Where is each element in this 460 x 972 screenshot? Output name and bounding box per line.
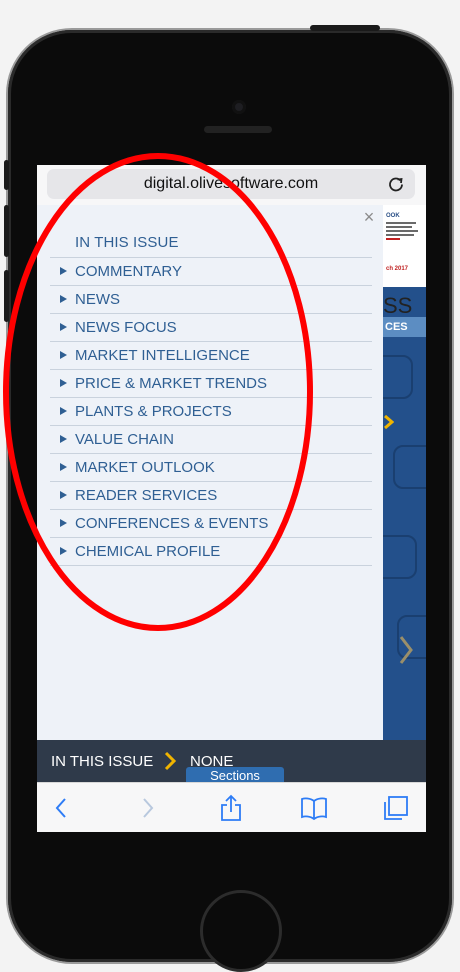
chevron-right-icon bbox=[164, 751, 177, 771]
chevron-right-icon bbox=[384, 415, 394, 429]
chevron-right-icon[interactable] bbox=[132, 793, 162, 823]
power-button bbox=[310, 25, 380, 31]
triangle-right-icon bbox=[60, 519, 67, 527]
address-bar-area: digital.olivesoftware.com bbox=[37, 165, 426, 205]
book-icon[interactable] bbox=[299, 793, 329, 823]
close-icon[interactable]: × bbox=[359, 207, 379, 227]
volume-up-button bbox=[4, 205, 9, 257]
share-icon[interactable] bbox=[216, 793, 246, 823]
section-menu-label: NEWS FOCUS bbox=[75, 319, 177, 336]
section-menu-label: PLANTS & PROJECTS bbox=[75, 403, 232, 420]
section-menu-item[interactable]: READER SERVICES bbox=[50, 481, 372, 509]
triangle-right-icon bbox=[60, 379, 67, 387]
puzzle-piece-image bbox=[393, 445, 426, 489]
section-menu-item[interactable]: PLANTS & PROJECTS bbox=[50, 397, 372, 425]
section-menu-label: MARKET OUTLOOK bbox=[75, 459, 215, 476]
browser-toolbar bbox=[37, 782, 426, 832]
puzzle-piece-image bbox=[383, 535, 417, 579]
tabs-icon[interactable] bbox=[381, 793, 411, 823]
magazine-page-background[interactable]: OOK ch 2017 SS CES bbox=[383, 205, 426, 740]
section-menu-item[interactable]: CHEMICAL PROFILE bbox=[50, 537, 372, 566]
section-menu-item[interactable]: NEWS bbox=[50, 285, 372, 313]
triangle-right-icon bbox=[60, 407, 67, 415]
volume-down-button bbox=[4, 270, 9, 322]
footer-issue-label[interactable]: IN THIS ISSUE bbox=[51, 753, 153, 770]
section-menu-label: CHEMICAL PROFILE bbox=[75, 543, 221, 560]
section-menu-item[interactable]: CONFERENCES & EVENTS bbox=[50, 509, 372, 537]
magazine-header: OOK ch 2017 bbox=[383, 205, 426, 287]
panel-heading[interactable]: IN THIS ISSUE bbox=[75, 234, 179, 251]
magazine-tiny-heading: OOK bbox=[386, 213, 400, 219]
reload-icon[interactable] bbox=[387, 175, 405, 193]
triangle-right-icon bbox=[60, 351, 67, 359]
magazine-tiny-lines bbox=[386, 220, 424, 242]
section-menu-item[interactable]: MARKET OUTLOOK bbox=[50, 453, 372, 481]
section-menu-item[interactable]: VALUE CHAIN bbox=[50, 425, 372, 453]
home-button[interactable] bbox=[200, 890, 282, 972]
triangle-right-icon bbox=[60, 295, 67, 303]
triangle-right-icon bbox=[60, 463, 67, 471]
mute-switch bbox=[4, 160, 9, 190]
triangle-right-icon bbox=[60, 547, 67, 555]
sections-panel: × IN THIS ISSUE COMMENTARY NEWS NEWS FOCUS… bbox=[37, 205, 383, 740]
section-menu-label: NEWS bbox=[75, 291, 120, 308]
triangle-right-icon bbox=[60, 491, 67, 499]
chevron-left-icon[interactable] bbox=[47, 793, 77, 823]
url-text: digital.olivesoftware.com bbox=[143, 175, 319, 192]
magazine-date: ch 2017 bbox=[386, 266, 409, 272]
magazine-band: CES bbox=[383, 317, 426, 337]
address-bar[interactable]: digital.olivesoftware.com bbox=[47, 169, 415, 199]
section-menu-label: MARKET INTELLIGENCE bbox=[75, 347, 250, 364]
section-menu-label: READER SERVICES bbox=[75, 487, 218, 504]
sections-menu: COMMENTARY NEWS NEWS FOCUS MARKET INTELLIGE… bbox=[50, 257, 372, 566]
puzzle-piece-image bbox=[383, 355, 413, 399]
next-page-chevron-icon[interactable] bbox=[399, 635, 413, 665]
section-menu-item[interactable]: COMMENTARY bbox=[50, 257, 372, 285]
section-menu-label: COMMENTARY bbox=[75, 263, 182, 280]
section-menu-label: PRICE & MARKET TRENDS bbox=[75, 375, 267, 392]
triangle-right-icon bbox=[60, 435, 67, 443]
section-menu-item[interactable]: PRICE & MARKET TRENDS bbox=[50, 369, 372, 397]
phone-screen: digital.olivesoftware.com OOK ch 2017 SS… bbox=[37, 165, 426, 832]
triangle-right-icon bbox=[60, 323, 67, 331]
front-camera bbox=[232, 100, 246, 114]
magazine-title-fragment: SS bbox=[383, 293, 413, 318]
section-menu-label: VALUE CHAIN bbox=[75, 431, 174, 448]
section-menu-item[interactable]: MARKET INTELLIGENCE bbox=[50, 341, 372, 369]
section-menu-label: CONFERENCES & EVENTS bbox=[75, 515, 269, 532]
section-menu-item[interactable]: NEWS FOCUS bbox=[50, 313, 372, 341]
triangle-right-icon bbox=[60, 267, 67, 275]
earpiece-speaker bbox=[204, 126, 272, 133]
